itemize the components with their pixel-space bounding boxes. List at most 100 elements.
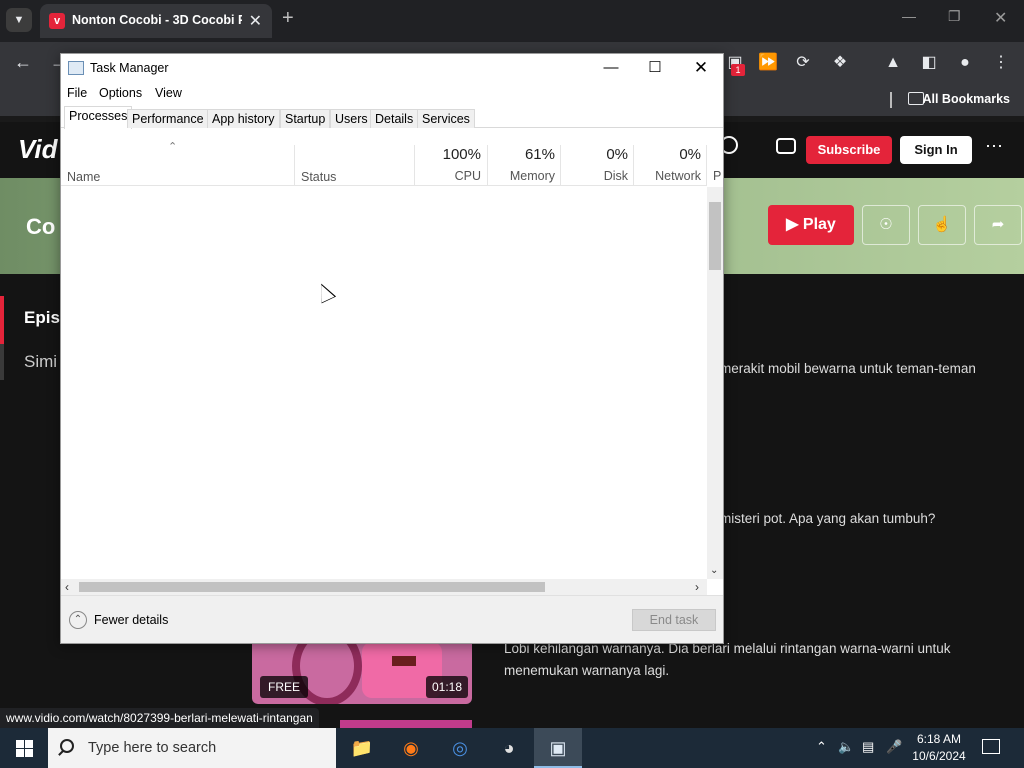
horizontal-scrollbar[interactable]: ‹ › (61, 579, 707, 595)
network-percent[interactable]: 0% (639, 146, 701, 163)
sign-in-button[interactable]: Sign In (900, 136, 972, 164)
back-icon[interactable]: ← (14, 52, 32, 73)
task-manager-window[interactable]: Task Manager — ☐ ✕ File Options View Pro… (60, 53, 724, 644)
tab-services[interactable]: Services (417, 109, 475, 128)
hero-title: Co (26, 214, 56, 239)
cpu-percent[interactable]: 100% (421, 146, 481, 163)
column-divider (414, 145, 415, 185)
tab-search-button[interactable]: ▼ (6, 8, 32, 32)
notification-icon[interactable] (982, 739, 1000, 754)
chevron-up-icon[interactable]: ⌃ (69, 611, 87, 629)
memory-percent[interactable]: 61% (493, 146, 555, 163)
firefox-icon[interactable]: ◉ (387, 728, 435, 768)
tab-app-history[interactable]: App history (207, 109, 280, 128)
scroll-right-arrow-icon[interactable]: › (695, 580, 699, 594)
task-manager-title: Task Manager (90, 61, 169, 75)
tab-episodes[interactable]: Epis (24, 308, 60, 328)
tab-indicator-track (0, 344, 4, 380)
sync-icon[interactable]: ⟳ (792, 52, 814, 74)
column-status[interactable]: Status (301, 170, 336, 184)
browser-close-button[interactable]: ✕ (994, 8, 1007, 28)
vertical-scroll-thumb[interactable] (709, 202, 721, 270)
windows-logo-icon (25, 749, 33, 757)
column-network[interactable]: Network (639, 169, 701, 183)
disk-percent[interactable]: 0% (567, 146, 628, 163)
column-name[interactable]: Name (67, 170, 100, 184)
side-panel-icon[interactable]: ◧ (918, 52, 940, 74)
maximize-icon[interactable]: ☐ (641, 58, 669, 78)
search-icon-handle (58, 750, 64, 756)
task-manager-taskbar-icon[interactable]: ▣ (534, 728, 582, 768)
task-manager-titlebar[interactable]: Task Manager — ☐ ✕ (61, 54, 723, 82)
browser-tab-active[interactable]: v Nonton Cocobi - 3D Cocobi Pu ✕ (40, 4, 272, 38)
scroll-down-arrow-icon[interactable]: ⌄ (710, 565, 718, 576)
bookmarks-divider (890, 92, 892, 108)
tab-performance[interactable]: Performance (127, 109, 209, 128)
vidio-favicon-icon: v (49, 13, 65, 29)
obs-icon[interactable]: ◕ (485, 728, 533, 768)
menu-file[interactable]: File (67, 86, 87, 100)
episode-description: misteri pot. Apa yang akan tumbuh? (720, 511, 936, 526)
task-manager-tabs: Processes Performance App history Startu… (61, 106, 723, 129)
network-icon[interactable]: ▤ (862, 739, 874, 755)
profile-avatar-icon[interactable]: ● (954, 52, 976, 74)
tab-startup[interactable]: Startup (280, 109, 331, 128)
horizontal-scroll-thumb[interactable] (79, 582, 545, 592)
chrome-icon[interactable]: ◎ (436, 728, 484, 768)
start-button[interactable] (0, 728, 48, 768)
video-speed-icon[interactable]: ⏩ (757, 52, 779, 74)
vidio-logo[interactable]: Vid (18, 134, 57, 165)
browser-menu-icon[interactable]: ⋮ (990, 52, 1012, 74)
browser-minimize-button[interactable]: — (902, 8, 916, 24)
tab-details[interactable]: Details (370, 109, 419, 128)
more-options-icon[interactable]: ⋯ (985, 136, 1003, 157)
close-icon[interactable]: ✕ (687, 58, 715, 78)
column-cpu[interactable]: CPU (421, 169, 481, 183)
column-power[interactable]: P (713, 169, 721, 183)
play-button[interactable]: ▶ Play (768, 205, 854, 245)
browser-restore-button[interactable]: ❐ (948, 8, 961, 25)
column-memory[interactable]: Memory (493, 169, 555, 183)
task-manager-menubar: File Options View (61, 84, 723, 104)
labs-flask-icon[interactable]: ▲ (882, 52, 904, 74)
windows-logo-icon (16, 740, 24, 748)
process-column-header: Name Status 100% CPU 61% Memory 0% Disk … (61, 141, 721, 186)
task-manager-footer: ⌃ Fewer details End task (61, 595, 723, 643)
fewer-details-link[interactable]: Fewer details (94, 613, 168, 627)
thumbnail-mouth (392, 656, 416, 666)
menu-view[interactable]: View (155, 86, 182, 100)
tray-chevron-up-icon[interactable]: ⌃ (816, 739, 827, 755)
tab-close-icon[interactable]: ✕ (249, 11, 262, 31)
microphone-icon[interactable]: 🎤 (886, 739, 902, 755)
column-divider (706, 145, 707, 185)
duration-badge: 01:18 (426, 676, 469, 698)
volume-icon[interactable]: 🔈 (838, 739, 854, 755)
mail-icon[interactable] (776, 138, 796, 154)
file-explorer-icon[interactable]: 📁 (338, 728, 386, 768)
taskbar-search-box[interactable]: Type here to search (48, 728, 336, 768)
column-divider (560, 145, 561, 185)
column-disk[interactable]: Disk (567, 169, 628, 183)
subscribe-button[interactable]: Subscribe (806, 136, 892, 164)
free-badge: FREE (260, 676, 309, 698)
all-bookmarks-button[interactable]: All Bookmarks (922, 92, 1010, 106)
minimize-icon[interactable]: — (597, 58, 625, 78)
tab-title: Nonton Cocobi - 3D Cocobi Pu (72, 13, 242, 27)
episode-description: menemukan warnanya lagi. (504, 663, 670, 678)
tab-users[interactable]: Users (330, 109, 373, 128)
extension-badge: 1 (731, 64, 745, 76)
taskbar-clock[interactable]: 6:18 AM 10/6/2024 (908, 731, 970, 765)
new-tab-button[interactable]: + (282, 7, 294, 30)
clock-date: 10/6/2024 (912, 749, 966, 763)
windows-logo-icon (25, 740, 33, 748)
puzzle-extensions-icon[interactable]: ❖ (829, 52, 851, 74)
like-icon[interactable]: ☝ (918, 205, 966, 245)
vertical-scrollbar[interactable]: ⌄ (707, 187, 723, 579)
menu-options[interactable]: Options (99, 86, 142, 100)
tab-processes[interactable]: Processes (64, 106, 133, 129)
end-task-button[interactable]: End task (632, 609, 716, 631)
tab-similar[interactable]: Simi (24, 352, 57, 372)
shield-icon[interactable]: ☉ (862, 205, 910, 245)
scroll-left-arrow-icon[interactable]: ‹ (65, 580, 69, 594)
share-icon[interactable]: ➦ (974, 205, 1022, 245)
